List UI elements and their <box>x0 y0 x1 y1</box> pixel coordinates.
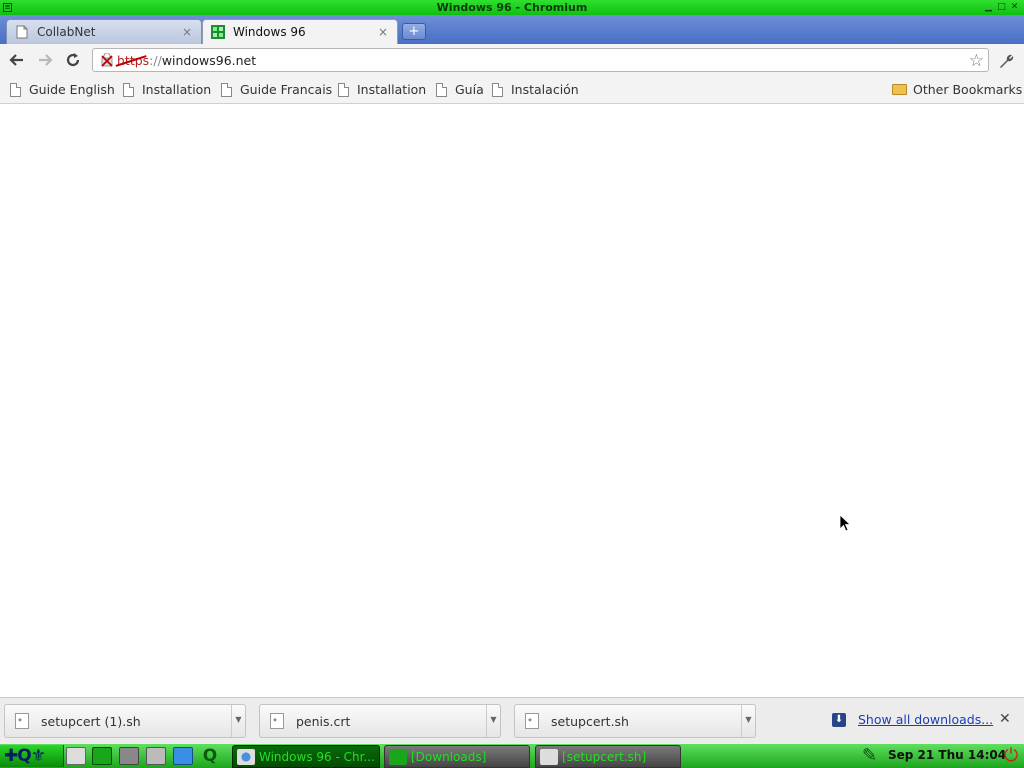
window-menu-icon[interactable]: ≡ <box>3 3 12 12</box>
new-tab-button[interactable]: + <box>402 23 426 40</box>
download-filename: setupcert (1).sh <box>41 713 141 729</box>
folder-icon <box>892 84 907 95</box>
taskbar: ✚Q⚜ Q Windows 96 - Chr... [Downloads] [s… <box>0 744 1024 768</box>
url-scheme: https <box>117 53 150 68</box>
page-content[interactable] <box>0 105 1024 697</box>
minimize-icon[interactable]: ▁ <box>983 2 994 13</box>
forward-arrow-icon[interactable] <box>34 50 56 70</box>
task-label: [setupcert.sh] <box>562 749 647 764</box>
chevron-down-icon[interactable]: ▼ <box>486 705 500 737</box>
folder-icon <box>389 748 407 765</box>
chevron-down-icon[interactable]: ▼ <box>741 705 755 737</box>
task-label: [Downloads] <box>411 749 487 764</box>
page-icon <box>16 25 28 39</box>
page-icon <box>10 82 21 97</box>
settings-panel-icon[interactable] <box>66 747 86 765</box>
taskbar-item-downloads[interactable]: [Downloads] <box>384 745 530 768</box>
bookmark-guia[interactable]: Guía <box>436 82 484 97</box>
page-icon <box>221 82 232 97</box>
bookmark-instalacion[interactable]: Instalación <box>492 82 579 97</box>
download-icon: ⬇ <box>832 712 846 727</box>
url-text: https://windows96.net <box>117 53 256 68</box>
bookmarks-bar: Guide English Installation Guide Francai… <box>0 76 1024 104</box>
download-item[interactable]: penis.crt ▼ <box>259 704 501 738</box>
show-all-downloads[interactable]: ⬇ Show all downloads... <box>832 712 993 727</box>
download-shelf: setupcert (1).sh ▼ penis.crt ▼ setupcert… <box>0 697 1024 744</box>
download-item[interactable]: setupcert (1).sh ▼ <box>4 704 246 738</box>
folder-icon[interactable] <box>92 747 112 765</box>
tab-label: CollabNet <box>37 25 96 39</box>
tab-collabnet[interactable]: CollabNet × <box>6 19 202 44</box>
text-editor-icon <box>540 748 558 765</box>
mail-icon[interactable] <box>146 747 166 765</box>
script-file-icon <box>15 713 29 729</box>
bookmark-guide-english[interactable]: Guide English <box>10 82 115 97</box>
start-menu-button[interactable]: ✚Q⚜ <box>0 745 64 767</box>
bookmark-label: Guide Francais <box>240 82 333 97</box>
bookmark-label: Instalación <box>511 82 579 97</box>
pen-tray-icon[interactable]: ✎ <box>862 746 884 766</box>
tab-close-icon[interactable]: × <box>181 25 193 39</box>
download-filename: setupcert.sh <box>551 713 629 729</box>
star-icon[interactable]: ☆ <box>969 51 984 71</box>
download-icon[interactable] <box>173 747 193 765</box>
wrench-icon[interactable] <box>996 52 1016 70</box>
download-filename: penis.crt <box>296 713 351 729</box>
address-bar[interactable]: https://windows96.net ☆ <box>92 48 989 72</box>
mouse-cursor-icon <box>839 514 851 532</box>
page-icon <box>338 82 349 97</box>
other-bookmarks-folder[interactable]: Other Bookmarks <box>892 82 1022 97</box>
browser-toolbar: https://windows96.net ☆ <box>0 44 1024 76</box>
url-separator: :// <box>149 53 162 68</box>
page-icon <box>436 82 447 97</box>
url-host: windows96.net <box>161 53 257 68</box>
bookmark-label: Guide English <box>29 82 115 97</box>
other-bookmarks-label: Other Bookmarks <box>913 82 1023 97</box>
window-title: Windows 96 - Chromium <box>436 1 588 14</box>
gear-icon[interactable] <box>119 747 139 765</box>
bookmark-installation-2[interactable]: Installation <box>338 82 426 97</box>
window-titlebar[interactable]: ≡ Windows 96 - Chromium ▁ □ ✕ <box>0 0 1024 15</box>
page-icon <box>123 82 134 97</box>
taskbar-item-chromium[interactable]: Windows 96 - Chr... <box>232 745 380 768</box>
chromium-icon <box>237 748 255 765</box>
taskbar-item-setupcert[interactable]: [setupcert.sh] <box>535 745 681 768</box>
power-icon[interactable]: ⏻ <box>1000 745 1022 767</box>
q-app-icon[interactable]: Q <box>200 747 220 765</box>
tab-close-icon[interactable]: × <box>377 25 389 39</box>
task-label: Windows 96 - Chr... <box>259 749 375 764</box>
bookmark-label: Installation <box>142 82 212 97</box>
reload-icon[interactable] <box>62 50 84 70</box>
certificate-file-icon <box>270 713 284 729</box>
bookmark-guide-francais[interactable]: Guide Francais <box>221 82 332 97</box>
page-icon <box>492 82 503 97</box>
show-all-downloads-link[interactable]: Show all downloads... <box>858 712 993 727</box>
tab-label: Windows 96 <box>233 25 306 39</box>
insecure-https-icon <box>101 53 113 67</box>
close-icon[interactable]: ✕ <box>999 711 1011 727</box>
close-icon[interactable]: ✕ <box>1009 2 1020 13</box>
back-arrow-icon[interactable] <box>6 50 28 70</box>
windows96-favicon <box>211 25 225 39</box>
clock[interactable]: Sep 21 Thu 14:04 <box>888 748 1006 762</box>
bookmark-label: Guía <box>455 82 484 97</box>
download-item[interactable]: setupcert.sh ▼ <box>514 704 756 738</box>
tab-strip: CollabNet × Windows 96 × + <box>0 15 1024 44</box>
maximize-icon[interactable]: □ <box>996 2 1007 13</box>
script-file-icon <box>525 713 539 729</box>
tab-windows96[interactable]: Windows 96 × <box>202 19 398 44</box>
chevron-down-icon[interactable]: ▼ <box>231 705 245 737</box>
bookmark-label: Installation <box>357 82 427 97</box>
bookmark-installation[interactable]: Installation <box>123 82 211 97</box>
